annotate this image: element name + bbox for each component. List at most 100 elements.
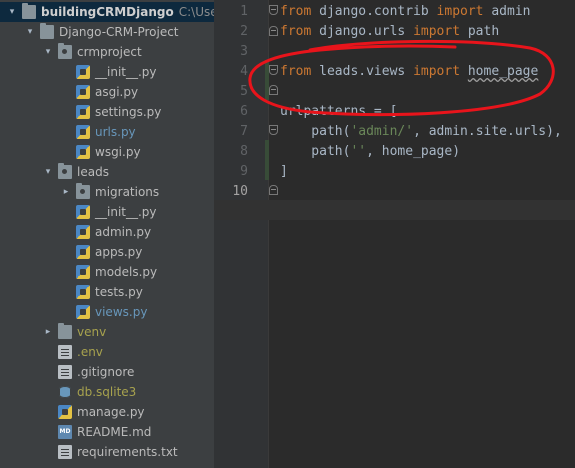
python-file-icon [76,285,90,299]
folder-icon [22,3,36,19]
code-token: 'admin/' [350,124,414,139]
tree-item[interactable]: urls.py [0,122,214,142]
tree-item[interactable]: __init__.py [0,62,214,82]
code-token: admin [483,4,531,19]
tree-item-label: migrations [95,184,159,200]
tree-item-name: asgi.py [95,85,139,99]
tree-item[interactable]: ▾ Django-CRM-Project [0,22,214,42]
text-file-icon [58,445,72,459]
tree-item-label: models.py [95,264,157,280]
package-folder-icon [76,183,90,199]
tree-item-label: __init__.py [95,204,157,220]
chevron-down-icon[interactable]: ▾ [6,6,18,18]
tree-item-name: __init__.py [95,65,157,79]
tree-item-name: tests.py [95,285,143,299]
chevron-right-icon[interactable]: ▸ [60,186,72,198]
tree-item-label: crmproject [77,44,142,60]
code-token: path( [280,124,351,139]
line-number: 8 [240,144,248,159]
code-token: , home_page) [366,144,461,159]
tree-item-name: admin.py [95,225,152,239]
tree-item-name: wsgi.py [95,145,141,159]
tree-root-item[interactable]: ▾ buildingCRMDjango C:\Users\d [0,2,214,22]
tree-item-label: .env [77,344,103,360]
python-file-icon [76,85,90,99]
tree-item-name: .env [77,345,103,359]
tree-item-label: urls.py [95,124,136,140]
code-token: import [436,4,484,19]
tree-item-name: buildingCRMDjango [41,5,174,19]
code-token: django.contrib [311,4,437,19]
tree-item[interactable]: db.sqlite3 [0,382,214,402]
tree-item-label: .gitignore [77,364,134,380]
text-file-icon [58,345,72,359]
tree-item[interactable]: asgi.py [0,82,214,102]
tree-item[interactable]: ▾ leads [0,162,214,182]
code-line[interactable]: path('', home_page) [280,142,460,162]
tree-item[interactable]: MD README.md [0,422,214,442]
code-line[interactable]: from django.contrib import admin [280,2,530,22]
python-file-icon [76,125,90,139]
tree-item-name: db.sqlite3 [77,385,137,399]
tree-item-name: Django-CRM-Project [59,25,179,39]
tree-item-label: README.md [77,424,151,440]
chevron-right-icon[interactable]: ▸ [42,326,54,338]
tree-item-label: asgi.py [95,84,138,100]
tree-item[interactable]: .gitignore [0,362,214,382]
tree-item[interactable]: settings.py [0,102,214,122]
python-file-icon [76,145,90,159]
tree-item[interactable]: models.py [0,262,214,282]
tree-item[interactable]: __init__.py [0,202,214,222]
project-tree[interactable]: ▾ buildingCRMDjango C:\Users\d ▾ Django-CRM-… [0,0,214,468]
tree-item-name: apps.py [95,245,143,259]
tree-item[interactable]: requirements.txt [0,442,214,462]
tree-item-label: tests.py [95,284,143,300]
tree-item-name: models.py [95,265,158,279]
tree-item[interactable]: tests.py [0,282,214,302]
tree-item[interactable]: admin.py [0,222,214,242]
tree-item[interactable]: apps.py [0,242,214,262]
tree-item-label: requirements.txt [77,444,178,460]
python-file-icon [76,105,90,119]
tree-item-name: urls.py [95,125,136,139]
tree-item[interactable]: ▸ migrations [0,182,214,202]
python-file-icon [58,405,72,419]
tree-item[interactable]: ▸ venv [0,322,214,342]
code-token: from [280,4,312,19]
tree-item-label: buildingCRMDjango C:\Users\d [41,4,214,20]
line-number: 10 [232,184,248,199]
tree-item-label: wsgi.py [95,144,141,160]
code-line[interactable]: ] [280,162,288,182]
python-file-icon [76,305,90,319]
tree-item[interactable]: views.py [0,302,214,322]
tree-item-name: __init__.py [95,205,157,219]
code-token: ] [280,164,288,179]
python-file-icon [76,225,90,239]
tree-item-name: migrations [95,185,160,199]
code-token: '' [350,144,367,159]
tree-item-name: requirements.txt [77,445,178,459]
chevron-down-icon[interactable]: ▾ [42,166,54,178]
markdown-icon: MD [58,425,72,439]
code-token: path( [280,144,351,159]
tree-item[interactable]: manage.py [0,402,214,422]
tree-item-name: crmproject [77,45,142,59]
tree-item[interactable]: wsgi.py [0,142,214,162]
chevron-down-icon[interactable]: ▾ [42,46,54,58]
tree-item[interactable]: .env [0,342,214,362]
tree-item[interactable]: ▾ crmproject [0,42,214,62]
text-file-icon [58,365,72,379]
tree-item-label: db.sqlite3 [77,384,136,400]
chevron-down-icon[interactable]: ▾ [24,26,36,38]
tree-item-name: settings.py [95,105,162,119]
tree-item-name: venv [77,325,107,339]
package-folder-icon [58,163,72,179]
python-file-icon [76,205,90,219]
tree-item-label: Django-CRM-Project [59,24,179,40]
tree-item-label: leads [77,164,109,180]
tree-item-name: manage.py [77,405,145,419]
annotation-stroke [248,39,555,117]
tree-item-label: venv [77,324,106,340]
python-file-icon [76,265,90,279]
tree-item-label: settings.py [95,104,161,120]
